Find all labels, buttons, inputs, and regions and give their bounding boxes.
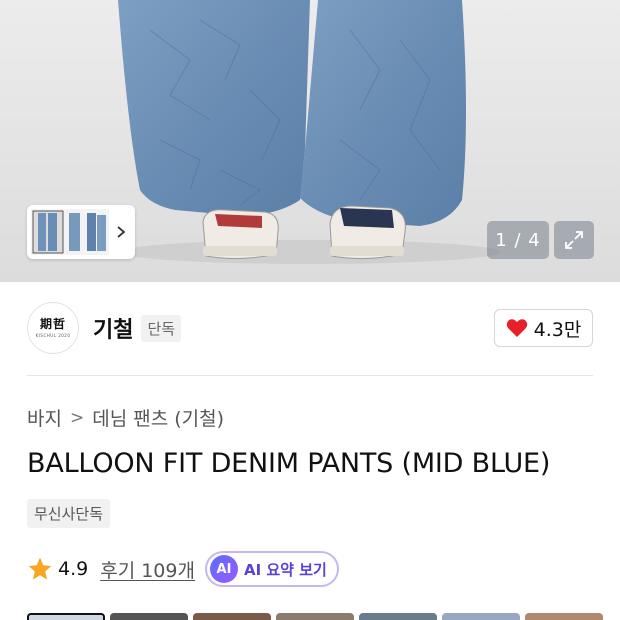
option-thumbnail[interactable] xyxy=(27,613,105,620)
like-count: 4.3만 xyxy=(533,318,582,341)
breadcrumb: 바지 > 데님 팬츠 (기철) xyxy=(27,404,224,431)
image-thumbnail-strip[interactable] xyxy=(27,205,135,259)
brand-exclusive-tag: 단독 xyxy=(141,314,182,342)
expand-button[interactable] xyxy=(554,221,594,259)
ai-summary-label: AI 요약 보기 xyxy=(243,560,327,579)
brand-logo[interactable]: 期哲 KISCHUL 2020 xyxy=(27,302,79,354)
ai-summary-button[interactable]: AI AI 요약 보기 xyxy=(204,551,339,587)
option-thumbnail[interactable] xyxy=(276,613,354,620)
brand-name[interactable]: 기철 xyxy=(93,312,133,344)
star-icon xyxy=(28,557,52,580)
brand-row: 期哲 KISCHUL 2020 기철 단독 4.3만 xyxy=(27,302,593,354)
brand-logo-text: 期哲 xyxy=(39,317,66,331)
option-thumbnail[interactable] xyxy=(110,613,188,620)
option-thumbnail[interactable] xyxy=(193,613,271,620)
exclusive-badge: 무신사단독 xyxy=(27,499,111,528)
rating-score: 4.9 xyxy=(58,558,89,580)
breadcrumb-separator-icon: > xyxy=(69,407,85,428)
option-thumbnail[interactable] xyxy=(525,613,603,620)
product-title: BALLOON FIT DENIM PANTS (MID BLUE) xyxy=(27,448,551,479)
ai-badge-icon: AI xyxy=(209,555,238,583)
expand-icon xyxy=(565,231,583,249)
heart-icon xyxy=(506,319,527,337)
divider xyxy=(27,375,593,376)
like-button[interactable]: 4.3만 xyxy=(494,309,593,347)
chevron-right-icon[interactable] xyxy=(114,225,128,239)
breadcrumb-category[interactable]: 바지 xyxy=(27,404,62,431)
option-thumbnail-row xyxy=(27,613,603,620)
option-thumbnail[interactable] xyxy=(359,613,437,620)
product-image-gallery[interactable]: 1 / 4 xyxy=(0,0,620,282)
review-count-link[interactable]: 후기 109개 xyxy=(100,556,195,583)
option-thumbnail[interactable] xyxy=(442,613,520,620)
rating-row: 4.9 후기 109개 AI AI 요약 보기 xyxy=(27,551,339,587)
breadcrumb-subcategory[interactable]: 데님 팬츠 (기철) xyxy=(92,404,224,431)
image-counter: 1 / 4 xyxy=(487,221,549,259)
thumbnail-images xyxy=(31,209,109,255)
brand-logo-subtext: KISCHUL 2020 xyxy=(35,333,71,338)
